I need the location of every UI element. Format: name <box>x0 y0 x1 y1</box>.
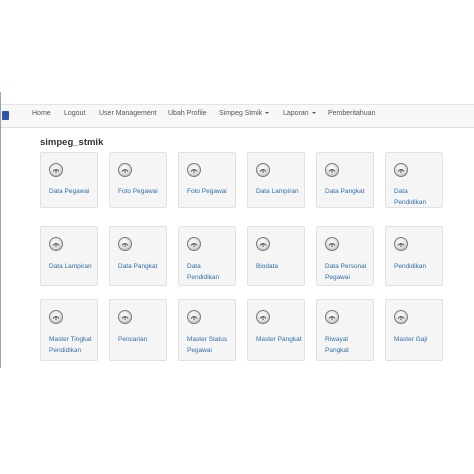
menu-tile[interactable]: Master Pangkat <box>247 299 305 361</box>
menu-tile-label: Data Pangkat <box>325 188 365 195</box>
menu-tile[interactable]: Foto Pegawai <box>109 152 167 208</box>
menu-tile[interactable]: Data Lampiran <box>40 226 98 286</box>
nav-home[interactable]: Home <box>32 110 51 117</box>
menu-tile[interactable]: Master Status Pegawai <box>178 299 236 361</box>
generic-app-icon <box>187 237 201 251</box>
menu-tile-label: Master Gaji <box>394 336 428 343</box>
nav-pemberitahuan[interactable]: Pemberitahuan <box>328 110 375 117</box>
menu-tile-label: Data Personal Pegawai <box>325 263 367 281</box>
menu-tile[interactable]: Master Gaji <box>385 299 443 361</box>
menu-tile[interactable]: Data Lampiran <box>247 152 305 208</box>
generic-app-icon <box>118 310 132 324</box>
menu-tile-label: Data Pendidikan <box>394 188 427 206</box>
caret-down-icon <box>265 112 270 114</box>
generic-app-icon <box>394 163 408 177</box>
menu-tile[interactable]: Pencarian <box>109 299 167 361</box>
menu-tile-label: Master Status Pegawai <box>187 336 228 354</box>
nav-user-management[interactable]: User Management <box>99 110 157 117</box>
generic-app-icon <box>49 237 63 251</box>
menu-tile[interactable]: Foto Pegawai <box>178 152 236 208</box>
nav-laporan-dropdown[interactable]: Laporan <box>283 110 316 117</box>
generic-app-icon <box>256 163 270 177</box>
menu-tile[interactable]: Riwayat Pangkat <box>316 299 374 361</box>
generic-app-icon <box>118 163 132 177</box>
generic-app-icon <box>256 237 270 251</box>
nav-simpeg-stmik-dropdown[interactable]: Simpeg Stmik <box>219 110 270 117</box>
menu-tile-label: Master Pangkat <box>256 336 302 343</box>
menu-tile-label: Data Lampiran <box>49 263 92 270</box>
menu-tile-label: Master Tingkat Pendidikan <box>49 336 92 354</box>
menu-tile-label: Data Pangkat <box>118 263 158 270</box>
menu-tile-label: Pencarian <box>118 336 148 343</box>
menu-tile-label: Foto Pegawai <box>118 188 158 195</box>
generic-app-icon <box>118 237 132 251</box>
generic-app-icon <box>325 163 339 177</box>
menu-tile[interactable]: Data Pendidikan <box>385 152 443 208</box>
generic-app-icon <box>394 237 408 251</box>
menu-tile-label: Data Pegawai <box>49 188 90 195</box>
menu-tile[interactable]: Master Tingkat Pendidikan <box>40 299 98 361</box>
menu-tile[interactable]: Pendidikan <box>385 226 443 286</box>
generic-app-icon <box>325 237 339 251</box>
generic-app-icon <box>256 310 270 324</box>
caret-down-icon <box>311 112 316 114</box>
page-title: simpeg_stmik <box>40 137 104 148</box>
generic-app-icon <box>49 163 63 177</box>
generic-app-icon <box>49 310 63 324</box>
menu-tile-label: Pendidikan <box>394 263 427 270</box>
nav-simpeg-stmik-label: Simpeg Stmik <box>219 110 263 117</box>
menu-tile[interactable]: Biodata <box>247 226 305 286</box>
nav-laporan-label: Laporan <box>283 110 309 117</box>
brand-logo-icon[interactable] <box>2 111 9 120</box>
nav-ubah-profile[interactable]: Ubah Profile <box>168 110 207 117</box>
menu-tile[interactable]: Data Pangkat <box>109 226 167 286</box>
menu-tile[interactable]: Data Pendidikan <box>178 226 236 286</box>
nav-logout[interactable]: Logout <box>64 110 85 117</box>
menu-tile-label: Data Lampiran <box>256 188 299 195</box>
generic-app-icon <box>325 310 339 324</box>
menu-tile[interactable]: Data Pangkat <box>316 152 374 208</box>
top-navbar: Home Logout User Management Ubah Profile… <box>1 104 474 128</box>
menu-tile-label: Biodata <box>256 263 279 270</box>
generic-app-icon <box>394 310 408 324</box>
generic-app-icon <box>187 310 201 324</box>
menu-tile-label: Foto Pegawai <box>187 188 227 195</box>
menu-tile[interactable]: Data Pegawai <box>40 152 98 208</box>
app-screen: Home Logout User Management Ubah Profile… <box>0 92 474 368</box>
generic-app-icon <box>187 163 201 177</box>
menu-tile[interactable]: Data Personal Pegawai <box>316 226 374 286</box>
menu-tile-label: Riwayat Pangkat <box>325 336 349 354</box>
menu-tile-label: Data Pendidikan <box>187 263 220 281</box>
